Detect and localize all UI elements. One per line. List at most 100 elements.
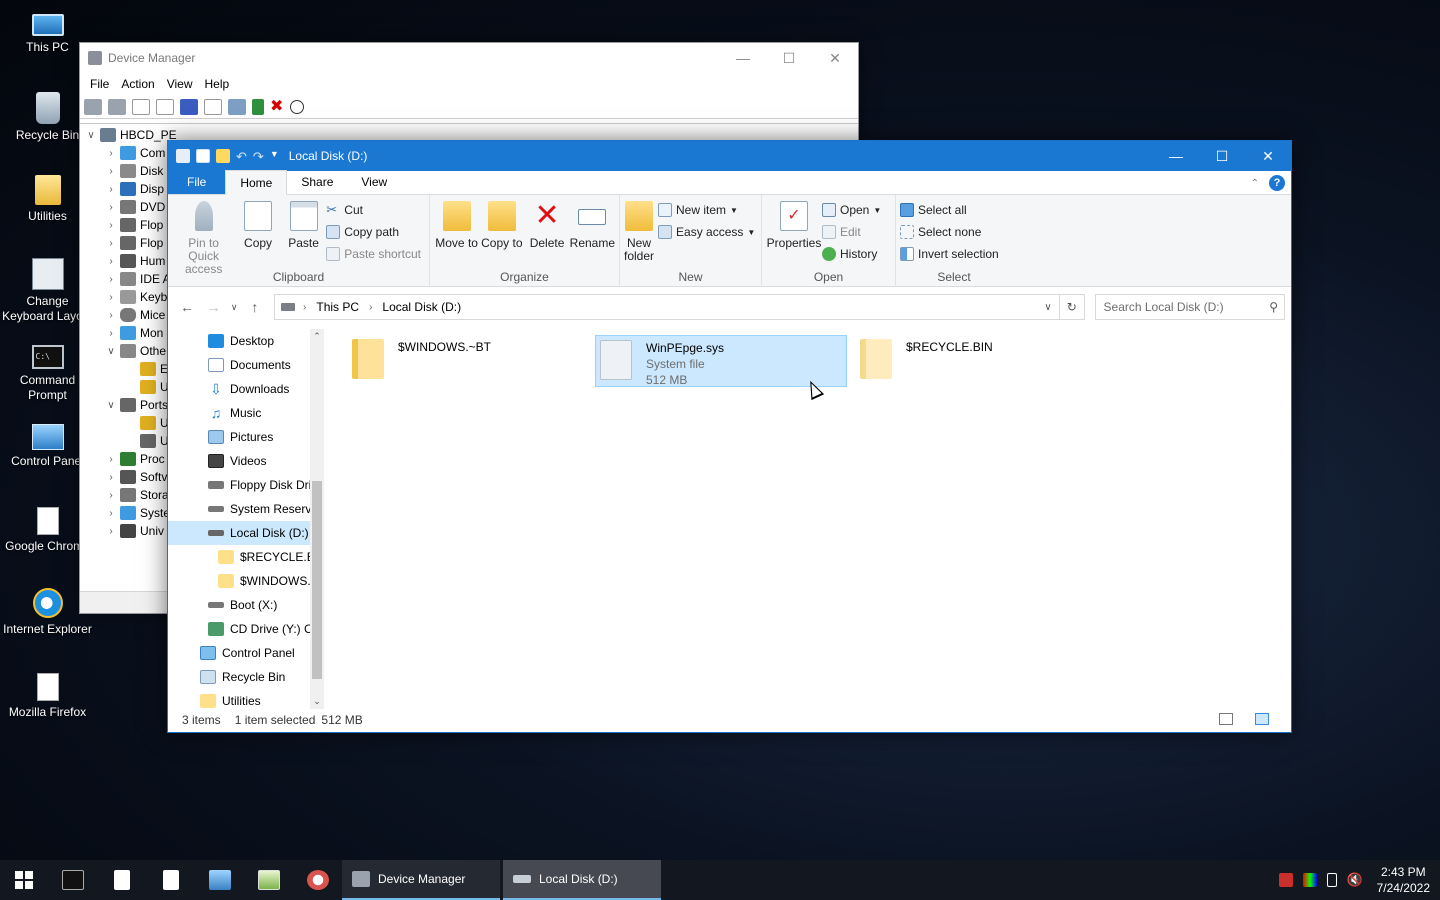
chevron-right-icon[interactable]: › [104, 256, 118, 267]
close-button[interactable]: ✕ [812, 43, 858, 73]
history-button[interactable]: History [822, 245, 881, 263]
nav-item-recycle-bin-folder[interactable]: $RECYCLE.BIN [168, 545, 310, 569]
device-tree-node[interactable]: › Mice [104, 306, 165, 324]
large-icons-view-icon[interactable] [1255, 713, 1269, 725]
device-tree-node[interactable]: › Hum [104, 252, 165, 270]
open-button[interactable]: Open ▼ [822, 201, 881, 219]
details-view-icon[interactable] [1219, 713, 1233, 725]
scroll-up-icon[interactable]: ⌃ [310, 331, 324, 342]
device-tree-leaf[interactable]: U [138, 432, 169, 450]
breadcrumb-this-pc[interactable]: This PC [316, 300, 359, 314]
minimize-button[interactable]: — [1153, 141, 1199, 171]
nav-item-cd-drive-y[interactable]: CD Drive (Y:) C [168, 617, 310, 641]
device-tree-leaf[interactable]: U [138, 378, 169, 396]
tab-view[interactable]: View [347, 170, 401, 194]
download-driver-icon[interactable] [290, 99, 304, 114]
chevron-right-icon[interactable]: › [104, 526, 118, 537]
chevron-down-icon[interactable]: ∨ [84, 130, 98, 141]
maximize-button[interactable]: ☐ [766, 43, 812, 73]
undo-icon[interactable]: ↶ [236, 149, 247, 164]
taskbar-task-local-disk[interactable]: Local Disk (D:) [503, 860, 661, 900]
device-tree-node[interactable]: › Flop [104, 234, 163, 252]
chevron-right-icon[interactable]: › [104, 472, 118, 483]
taskbar-pin-document-2[interactable] [146, 860, 195, 900]
chevron-right-icon[interactable]: › [104, 166, 118, 177]
nav-item-videos[interactable]: Videos [168, 449, 310, 473]
device-tree-node[interactable]: › Flop [104, 216, 163, 234]
maximize-button[interactable]: ☐ [1199, 141, 1245, 171]
new-item-button[interactable]: New item ▼ [658, 201, 755, 219]
volume-muted-icon[interactable]: 🔇 [1347, 873, 1363, 887]
menu-action[interactable]: Action [115, 77, 160, 91]
chevron-right-icon[interactable]: › [104, 202, 118, 213]
taskbar-pin-command-prompt[interactable] [48, 860, 97, 900]
device-tree-node[interactable]: › Disk [104, 162, 163, 180]
device-tree-leaf[interactable]: E [138, 360, 168, 378]
refresh-button[interactable]: ↻ [1060, 294, 1085, 320]
chevron-right-icon[interactable]: › [104, 184, 118, 195]
easy-access-button[interactable]: Easy access ▼ [658, 223, 755, 241]
file-explorer-window[interactable]: ↶ ↷ ▼ Local Disk (D:) — ☐ ✕ File Home Sh… [167, 140, 1292, 733]
scrollbar-thumb[interactable] [312, 481, 322, 679]
copy-path-button[interactable]: Copy path [326, 223, 421, 241]
minimize-button[interactable]: — [720, 43, 766, 73]
chevron-down-icon[interactable]: ∨ [104, 346, 118, 357]
forward-arrow-icon[interactable] [108, 98, 126, 115]
nav-scrollbar[interactable]: ⌃ ⌄ [310, 329, 324, 709]
nav-item-desktop[interactable]: Desktop [168, 329, 310, 353]
invert-selection-button[interactable]: Invert selection [900, 245, 999, 263]
device-tree-node[interactable]: › Com [104, 144, 165, 162]
device-tree-node[interactable]: ∨ Ports [104, 396, 168, 414]
chevron-right-icon[interactable]: › [104, 328, 118, 339]
network-warning-icon[interactable] [1278, 873, 1293, 887]
device-tree-node[interactable]: › Syste [104, 504, 170, 522]
paste-shortcut-button[interactable]: Paste shortcut [326, 245, 421, 263]
help-icon[interactable] [180, 98, 198, 115]
device-tree-node[interactable]: › Mon [104, 324, 163, 342]
breadcrumb-local-disk[interactable]: Local Disk (D:) [382, 300, 461, 314]
chevron-right-icon[interactable]: › [104, 220, 118, 231]
nav-item-windows-bt-folder[interactable]: $WINDOWS.~ [168, 569, 310, 593]
device-tree-node[interactable]: › Proc [104, 450, 165, 468]
battery-icon[interactable] [1326, 873, 1337, 887]
nav-item-pictures[interactable]: Pictures [168, 425, 310, 449]
select-all-button[interactable]: Select all [900, 201, 999, 219]
file-item-winpepge-sys[interactable]: WinPEpge.sys System file 512 MB [595, 335, 847, 387]
properties-icon[interactable] [156, 98, 174, 115]
device-tree-node[interactable]: › DVD [104, 198, 165, 216]
show-hide-tree-icon[interactable] [132, 98, 150, 115]
address-bar[interactable]: › This PC › Local Disk (D:) ∨ [274, 294, 1061, 320]
new-folder-icon[interactable] [216, 149, 230, 163]
back-arrow-icon[interactable]: ← [174, 299, 200, 315]
menu-view[interactable]: View [161, 77, 199, 91]
device-tree-node[interactable]: › Disp [104, 180, 164, 198]
tab-file[interactable]: File [168, 170, 226, 194]
back-arrow-icon[interactable] [84, 98, 102, 115]
file-item-recycle-bin[interactable]: $RECYCLE.BIN [856, 335, 1096, 387]
up-arrow-icon[interactable]: ↑ [242, 299, 268, 315]
chevron-right-icon[interactable]: › [104, 454, 118, 465]
search-box[interactable]: Search Local Disk (D:) ⚲ [1094, 294, 1286, 320]
taskbar-pin-app-4[interactable] [244, 860, 293, 900]
nav-item-downloads[interactable]: ⇩ Downloads [168, 377, 310, 401]
file-item-windows-bt[interactable]: $WINDOWS.~BT [348, 335, 588, 387]
chevron-down-icon[interactable]: ∨ [1037, 302, 1059, 313]
device-tree-root[interactable]: ∨ HBCD_PE [84, 126, 177, 144]
device-tree-node[interactable]: › Stora [104, 486, 169, 504]
clock[interactable]: 2:43 PM 7/24/2022 [1377, 864, 1430, 896]
cut-button[interactable]: ✂ Cut [326, 201, 421, 219]
start-button[interactable] [0, 860, 48, 900]
device-tree-leaf[interactable]: U [138, 414, 169, 432]
display-icon[interactable] [1302, 873, 1317, 887]
nav-item-local-disk-d[interactable]: Local Disk (D:) [168, 521, 310, 545]
recent-locations-icon[interactable]: ∨ [227, 302, 242, 313]
properties-icon[interactable] [196, 149, 210, 163]
menu-file[interactable]: File [84, 77, 115, 91]
menu-help[interactable]: Help [199, 77, 236, 91]
taskbar-pin-app-5[interactable] [293, 860, 342, 900]
select-none-button[interactable]: Select none [900, 223, 999, 241]
taskbar-pin-document-1[interactable] [97, 860, 146, 900]
scroll-down-icon[interactable]: ⌄ [310, 696, 324, 707]
nav-item-music[interactable]: ♫ Music [168, 401, 310, 425]
edit-button[interactable]: Edit [822, 223, 881, 241]
